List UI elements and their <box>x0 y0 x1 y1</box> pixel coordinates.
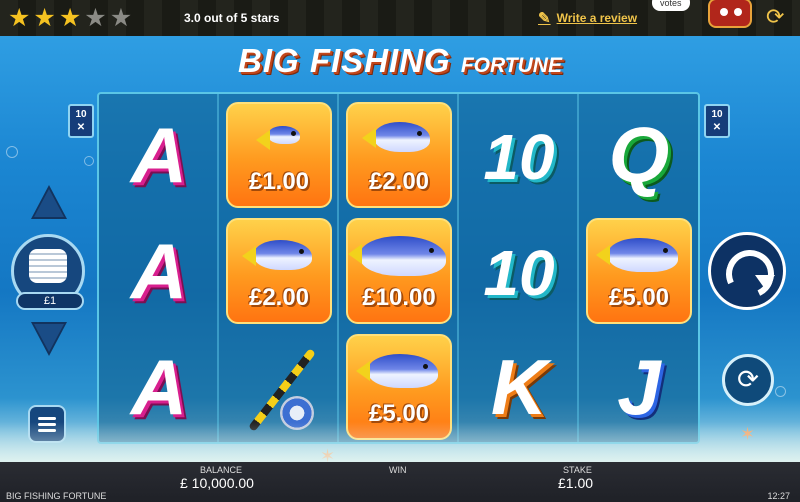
fish-icon <box>356 354 438 388</box>
logo-main-text: BIG FISHING <box>238 42 461 79</box>
votes-badge: votes <box>652 0 690 11</box>
ways-symbol: ✕ <box>712 122 722 133</box>
bottom-bar: BALANCE £ 10,000.00 WIN STAKE £1.00 BIG … <box>0 462 800 502</box>
cash-fish-symbol: £5.00 <box>586 218 692 324</box>
symbol-cell: K <box>466 334 572 440</box>
fish-icon <box>362 122 430 152</box>
reel-4: 10 10 K <box>459 94 579 442</box>
clock: 12:27 <box>767 491 790 501</box>
write-review-link[interactable]: ✎ Write a review <box>538 9 637 27</box>
game-name: BIG FISHING FORTUNE <box>6 491 107 501</box>
reel-5: Q £5.00 J <box>579 94 697 442</box>
starfish-icon: ✶ <box>740 424 756 444</box>
reel-3: £2.00 £10.00 £5.00 <box>339 94 459 442</box>
fish-icon <box>348 236 446 276</box>
ways-count: 10 <box>711 109 723 120</box>
reel-1: A A A <box>99 94 219 442</box>
balance-value: £ 10,000.00 <box>180 475 254 491</box>
cash-fish-symbol: £2.00 <box>226 218 332 324</box>
cash-value: £5.00 <box>368 400 430 427</box>
fishing-rod-icon <box>236 344 328 436</box>
fish-icon <box>596 238 678 272</box>
symbol-letter: 10 <box>483 237 555 309</box>
cash-value: £5.00 <box>608 284 670 311</box>
stake-value: £1.00 <box>558 475 594 491</box>
win-label: WIN <box>389 465 407 475</box>
star-rating[interactable]: ★ ★ ★ ★ ★ <box>8 6 132 31</box>
bubble <box>6 146 18 158</box>
autoplay-icon: ⟳ <box>737 364 759 394</box>
symbol-cell: A <box>106 334 212 440</box>
cash-fish-symbol: £5.00 <box>346 334 452 440</box>
cash-value: £10.00 <box>362 284 436 311</box>
cash-fish-symbol: £2.00 <box>346 102 452 208</box>
top-bar: ★ ★ ★ ★ ★ 3.0 out of 5 stars ✎ Write a r… <box>0 0 800 36</box>
symbol-letter: A <box>130 111 188 199</box>
rating-text: 3.0 out of 5 stars <box>184 11 280 25</box>
symbol-letter: A <box>130 343 188 431</box>
symbol-cell: Q <box>586 102 692 208</box>
star-icon[interactable]: ★ <box>59 6 81 31</box>
menu-icon <box>38 417 56 420</box>
star-icon[interactable]: ★ <box>8 6 30 31</box>
game-logo: BIG FISHING FORTUNE <box>238 42 562 88</box>
menu-icon <box>38 429 56 432</box>
symbol-letter: K <box>490 343 548 431</box>
ways-count: 10 <box>75 109 87 120</box>
menu-icon <box>38 423 56 426</box>
cash-value: £2.00 <box>248 284 310 311</box>
autoplay-button[interactable]: ⟳ <box>722 354 774 406</box>
ways-symbol: ✕ <box>76 122 86 133</box>
write-review-label: Write a review <box>556 11 638 25</box>
reel-2: £1.00 £2.00 <box>219 94 339 442</box>
bubble <box>84 156 94 166</box>
symbol-cell: 10 <box>466 218 572 324</box>
symbol-cell: A <box>106 218 212 324</box>
star-icon[interactable]: ★ <box>110 6 132 31</box>
fish-icon <box>242 240 312 270</box>
mask-icon[interactable] <box>708 0 752 28</box>
stake-down-arrow-icon[interactable] <box>31 322 67 356</box>
cash-fish-symbol: £1.00 <box>226 102 332 208</box>
symbol-letter: J <box>617 343 661 431</box>
stake-label: STAKE <box>563 465 592 475</box>
fishing-rod-symbol <box>226 334 332 440</box>
stake-up-arrow-icon[interactable] <box>31 185 67 219</box>
ways-indicator-right: 10 ✕ <box>704 104 730 138</box>
symbol-letter: A <box>130 227 188 315</box>
spin-button[interactable] <box>708 232 786 310</box>
reel-grid: A A A £1.00 £2.00 £2.00 £10.00 £5.00 10 … <box>97 92 700 444</box>
pencil-icon: ✎ <box>538 10 551 27</box>
cash-value: £2.00 <box>368 168 430 195</box>
fish-icon <box>256 126 300 150</box>
bubble <box>775 386 786 397</box>
coin-value: £1 <box>16 292 84 310</box>
star-icon[interactable]: ★ <box>33 6 55 31</box>
cash-fish-symbol: £10.00 <box>346 218 452 324</box>
symbol-letter: 10 <box>483 121 555 193</box>
symbol-cell: 10 <box>466 102 572 208</box>
game-scene: ✶ ✶ BIG FISHING FORTUNE 10 ✕ 10 ✕ £1 A A… <box>0 36 800 466</box>
ways-indicator-left: 10 ✕ <box>68 104 94 138</box>
balance-label: BALANCE <box>200 465 243 475</box>
coin-stack-icon <box>29 249 67 283</box>
symbol-letter: Q <box>608 111 670 199</box>
logo-small-text: FORTUNE <box>460 54 562 77</box>
symbol-cell: A <box>106 102 212 208</box>
cash-value: £1.00 <box>248 168 310 195</box>
star-icon[interactable]: ★ <box>84 6 106 31</box>
menu-button[interactable] <box>28 405 66 443</box>
refresh-icon[interactable]: ⟳ <box>766 6 784 28</box>
symbol-cell: J <box>586 334 692 440</box>
